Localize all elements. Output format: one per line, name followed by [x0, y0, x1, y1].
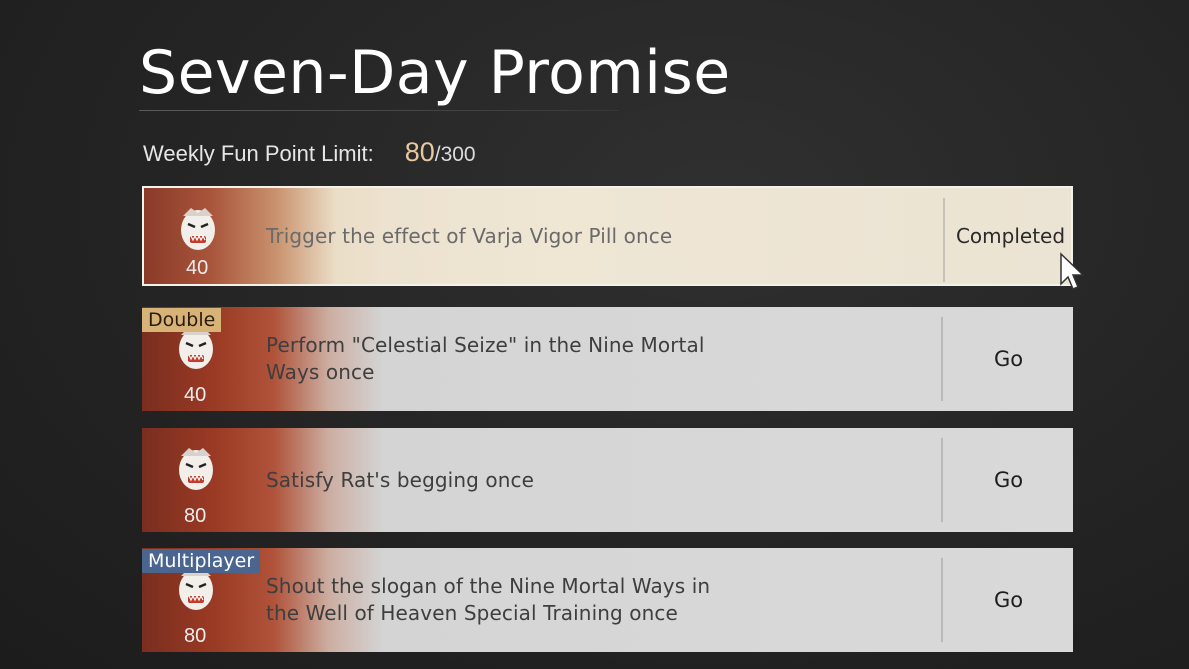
oni-mask-icon	[181, 208, 215, 250]
limit-max-value: /300	[434, 143, 476, 166]
task-row[interactable]: 80 Shout the slogan of the Nine Mortal W…	[142, 548, 1073, 652]
task-row[interactable]: 40 Perform "Celestial Seize" in the Nine…	[142, 307, 1073, 411]
task-row[interactable]: 80 Satisfy Rat's begging once Go	[142, 428, 1073, 532]
task-divider	[941, 558, 943, 642]
task-points: 80	[184, 505, 207, 527]
task-divider	[941, 438, 943, 522]
limit-current-value: 80	[404, 137, 435, 167]
mouse-cursor-icon	[1060, 252, 1085, 290]
go-button[interactable]: Go	[944, 428, 1073, 532]
task-completed-status[interactable]: Completed	[946, 188, 1071, 284]
task-points: 40	[184, 384, 207, 406]
title-divider	[139, 110, 619, 111]
task-description: Satisfy Rat's begging once	[266, 467, 534, 492]
multiplayer-tag: Multiplayer	[142, 549, 261, 573]
task-description: Shout the slogan of the Nine Mortal Ways…	[266, 574, 711, 625]
go-button[interactable]: Go	[944, 548, 1073, 652]
page-title: Seven-Day Promise	[139, 38, 731, 108]
double-tag: Double	[142, 308, 222, 332]
task-divider	[941, 317, 943, 401]
go-button[interactable]: Go	[944, 307, 1073, 411]
oni-mask-icon	[179, 448, 213, 490]
task-description: Trigger the effect of Varja Vigor Pill o…	[266, 223, 673, 248]
limit-label: Weekly Fun Point Limit:	[143, 141, 374, 166]
task-divider	[943, 198, 945, 282]
task-points: 40	[186, 257, 209, 279]
task-points: 80	[184, 625, 207, 647]
weekly-limit: Weekly Fun Point Limit: 80 /300	[143, 137, 476, 168]
task-row[interactable]: 40 Trigger the effect of Varja Vigor Pil…	[142, 186, 1073, 286]
task-description: Perform "Celestial Seize" in the Nine Mo…	[266, 333, 705, 384]
